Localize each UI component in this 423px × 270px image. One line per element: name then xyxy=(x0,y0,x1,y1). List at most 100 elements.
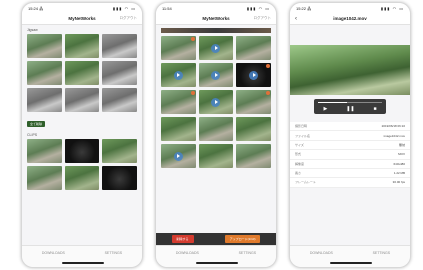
selected-badge-icon xyxy=(190,91,195,95)
upload-button[interactable]: アップロード(1/10) xyxy=(224,235,261,243)
tab-downloads[interactable]: DOWNLOADS xyxy=(310,251,333,267)
media-grid xyxy=(156,36,276,168)
nav-bar: MyNetWorks ログアウト xyxy=(22,13,142,25)
media-thumbnail[interactable] xyxy=(236,144,271,168)
clip-thumbnail[interactable] xyxy=(64,139,100,163)
media-thumbnail[interactable] xyxy=(236,36,271,60)
media-thumbnail[interactable] xyxy=(161,63,196,87)
status-icons: ▮▮▮ ◠ ▭ xyxy=(380,5,404,11)
phone-selection: 11:54 ▮▮▮ ◠ ▭ MyNetWorks ログアウト 削除する アップロ… xyxy=(155,2,277,268)
media-thumbnail[interactable] xyxy=(236,117,271,141)
status-bar: 11:54 ▮▮▮ ◠ ▭ xyxy=(156,3,276,13)
clip-thumbnail[interactable] xyxy=(27,166,62,190)
clip-thumbnail[interactable] xyxy=(27,139,62,163)
status-time: 11:54 xyxy=(162,5,172,11)
media-thumbnail[interactable] xyxy=(198,36,234,60)
selected-badge-icon xyxy=(266,64,270,68)
photo-thumbnail[interactable] xyxy=(102,34,137,58)
photo-thumbnail[interactable] xyxy=(27,61,62,85)
previous-row-strip xyxy=(161,28,271,33)
info-key: 長さ xyxy=(295,171,302,176)
back-chevron-icon[interactable]: ‹ xyxy=(295,16,297,22)
tab-settings[interactable]: SETTINGS xyxy=(239,251,257,267)
file-info-list: 撮影日時 2019/06/18 06:10 ファイル名 image1042.mov サイ… xyxy=(290,122,410,188)
photo-grid xyxy=(22,34,142,112)
info-key: 形式 xyxy=(295,152,302,157)
selected-badge-icon xyxy=(266,91,270,95)
nav-bar: ‹ image1042.mov xyxy=(290,13,410,25)
play-icon xyxy=(211,43,221,53)
nav-bar: MyNetWorks ログアウト xyxy=(156,13,276,25)
tab-downloads[interactable]: DOWNLOADS xyxy=(176,251,199,267)
status-bar: 15:22 ⁂ ▮▮▮ ◠ ▭ xyxy=(290,3,410,13)
player-controls: ▶ ❚❚ ■ xyxy=(314,99,386,114)
phone-gallery: 15:24 ⁂ ▮▮▮ ◠ ▭ MyNetWorks ログアウト Jigsaw … xyxy=(21,2,143,268)
photo-thumbnail[interactable] xyxy=(64,88,100,112)
section-label-photos: Jigsaw xyxy=(27,28,38,32)
media-thumbnail[interactable] xyxy=(198,90,234,114)
play-icon xyxy=(173,70,183,80)
info-key: 撮影日時 xyxy=(295,124,308,129)
clip-thumbnail[interactable] xyxy=(64,166,100,190)
status-time: 15:24 ⁂ xyxy=(28,5,44,11)
info-key: 解像度 xyxy=(295,161,305,166)
delete-button[interactable]: 削除する xyxy=(171,235,194,243)
logout-button[interactable]: ログアウト xyxy=(254,16,272,21)
delete-all-button[interactable]: 全て削除 xyxy=(27,121,46,127)
info-row: 形式 MOV xyxy=(290,150,410,160)
info-row: ファイル名 image1042.mov xyxy=(290,131,410,141)
media-thumbnail[interactable] xyxy=(198,63,234,87)
pause-icon[interactable]: ❚❚ xyxy=(346,106,354,112)
tab-settings[interactable]: SETTINGS xyxy=(105,251,123,267)
photo-thumbnail[interactable] xyxy=(102,88,137,112)
info-value: 30.00 fps xyxy=(392,180,405,185)
home-indicator xyxy=(62,262,104,264)
section-label-clips: CLIPS xyxy=(27,133,38,137)
photo-thumbnail[interactable] xyxy=(102,61,137,85)
home-indicator xyxy=(330,262,372,264)
info-row: サイズ 無効 xyxy=(290,141,410,151)
media-thumbnail[interactable] xyxy=(198,117,234,141)
stop-icon[interactable]: ■ xyxy=(374,106,377,112)
selected-badge-icon xyxy=(190,37,195,41)
nav-title: MyNetWorks xyxy=(68,16,96,21)
status-bar: 15:24 ⁂ ▮▮▮ ◠ ▭ xyxy=(22,3,142,13)
photo-thumbnail[interactable] xyxy=(64,61,100,85)
info-row: 長さ 1.22 MB xyxy=(290,169,410,179)
play-icon[interactable]: ▶ xyxy=(323,106,327,112)
play-icon xyxy=(211,97,221,107)
tab-downloads[interactable]: DOWNLOADS xyxy=(42,251,65,267)
media-thumbnail[interactable] xyxy=(161,117,196,141)
media-thumbnail[interactable] xyxy=(161,144,196,168)
nav-title: image1042.mov xyxy=(333,16,367,21)
info-value: image1042.mov xyxy=(383,133,405,138)
info-value: MOV xyxy=(398,152,405,157)
status-time: 15:22 ⁂ xyxy=(296,5,312,11)
seek-bar[interactable] xyxy=(318,102,382,103)
media-thumbnail-selected[interactable] xyxy=(161,90,196,114)
media-thumbnail-selected[interactable] xyxy=(236,63,271,87)
media-thumbnail-selected[interactable] xyxy=(236,90,271,114)
media-thumbnail[interactable] xyxy=(198,144,234,168)
logout-button[interactable]: ログアウト xyxy=(120,16,138,21)
media-thumbnail-selected[interactable] xyxy=(161,36,196,60)
photo-thumbnail[interactable] xyxy=(64,34,100,58)
status-icons: ▮▮▮ ◠ ▭ xyxy=(246,5,270,11)
info-value: 無効 xyxy=(398,142,405,147)
video-frame[interactable] xyxy=(290,45,410,95)
play-icon xyxy=(249,70,259,80)
clip-thumbnail[interactable] xyxy=(102,166,137,190)
status-icons: ▮▮▮ ◠ ▭ xyxy=(112,5,136,11)
photo-thumbnail[interactable] xyxy=(27,88,62,112)
clip-grid xyxy=(22,139,142,190)
photo-thumbnail[interactable] xyxy=(27,34,62,58)
clip-thumbnail[interactable] xyxy=(102,139,137,163)
info-row: 解像度 640x480 xyxy=(290,160,410,169)
screenshot-stage: 15:24 ⁂ ▮▮▮ ◠ ▭ MyNetWorks ログアウト Jigsaw … xyxy=(0,0,423,270)
phone-video-detail: 15:22 ⁂ ▮▮▮ ◠ ▭ ‹ image1042.mov ▶ ❚❚ ■ 撮… xyxy=(289,2,411,268)
info-row: 撮影日時 2019/06/18 06:10 xyxy=(290,122,410,132)
home-indicator xyxy=(196,262,238,264)
tab-settings[interactable]: SETTINGS xyxy=(373,251,391,267)
play-icon xyxy=(211,70,221,80)
info-value: 1.22 MB xyxy=(393,171,405,176)
